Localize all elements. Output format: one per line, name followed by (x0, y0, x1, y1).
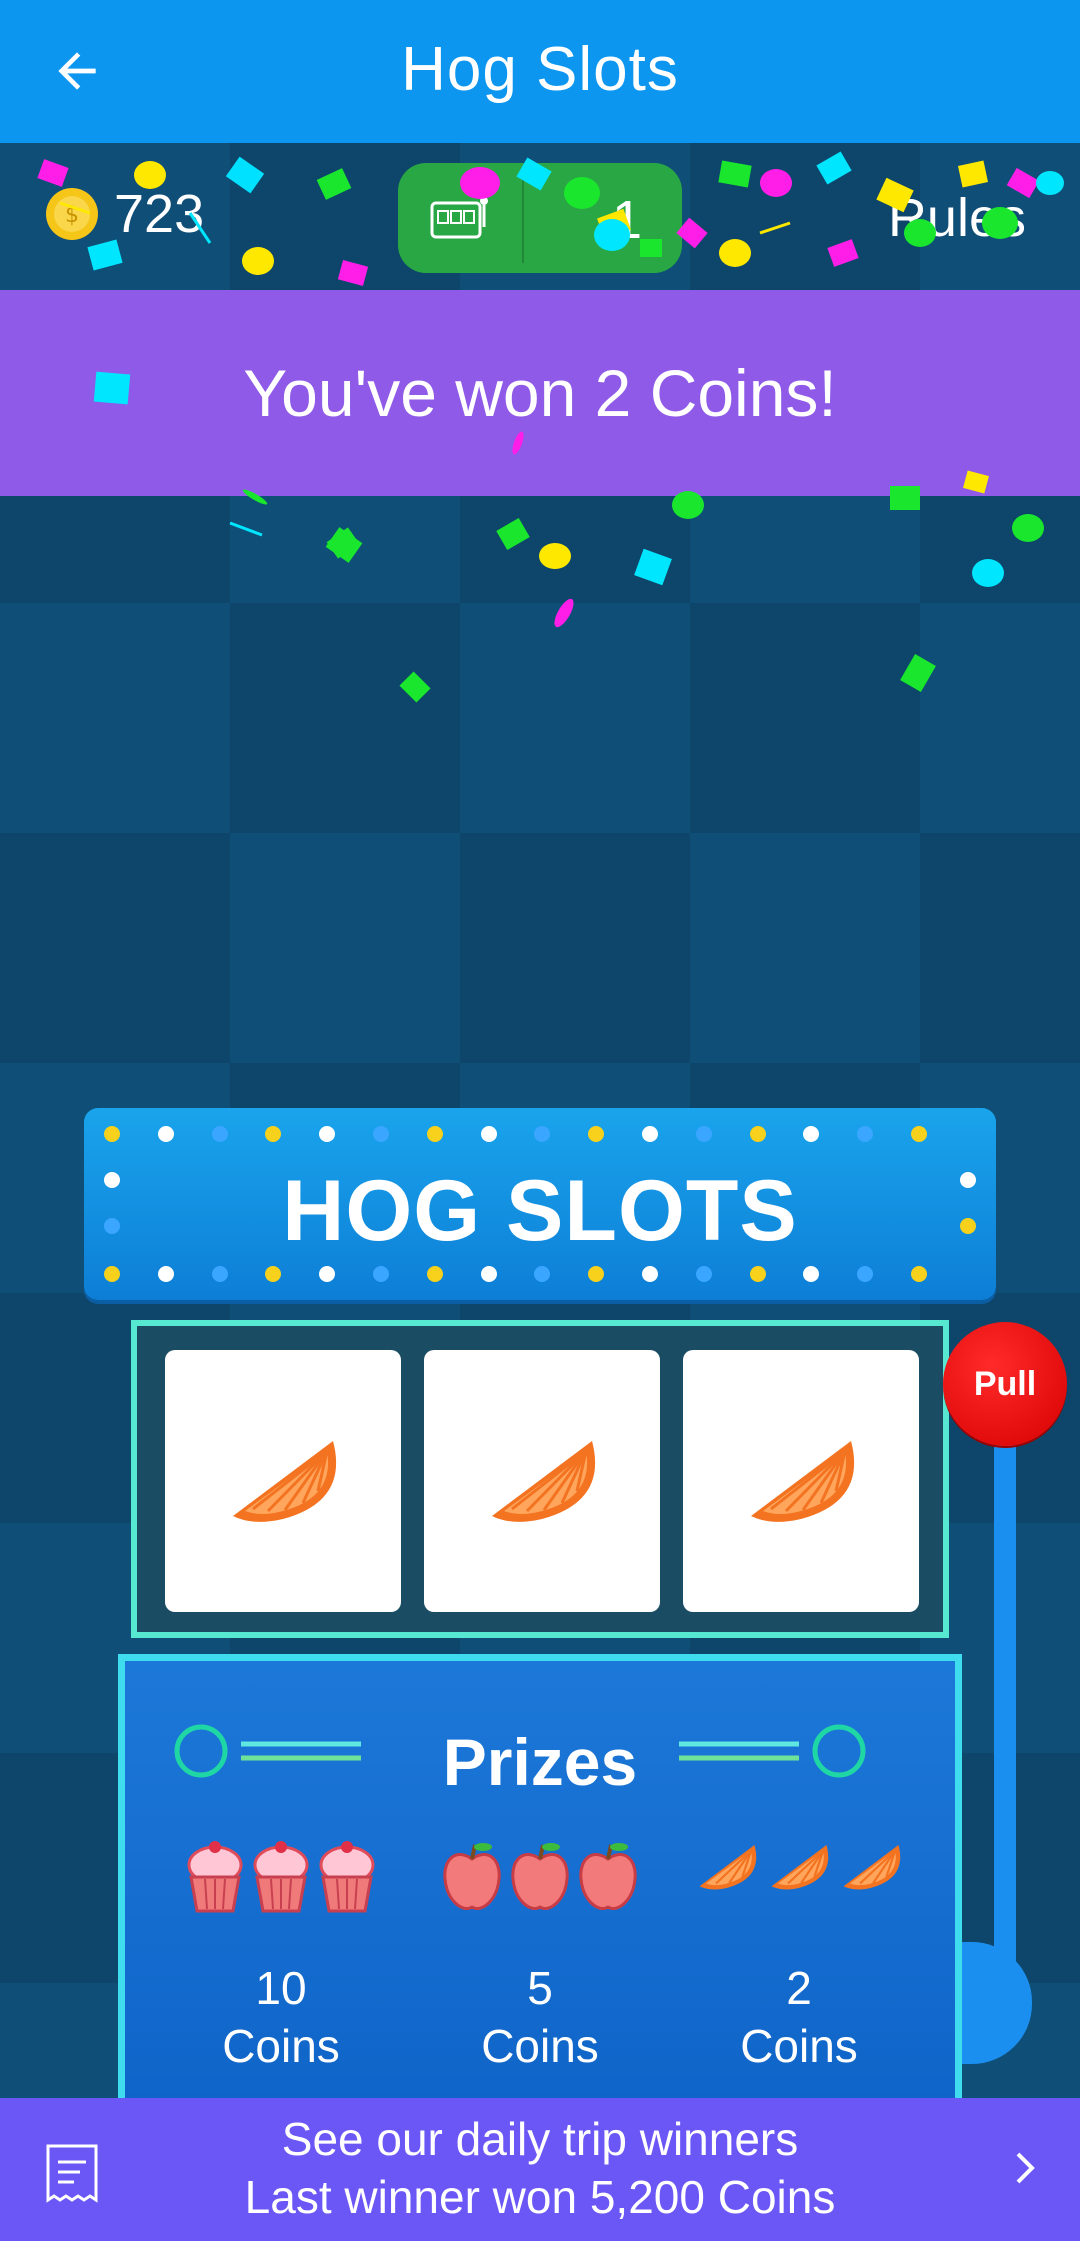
apple-icon (443, 1843, 501, 1910)
reel-3 (683, 1350, 919, 1612)
win-banner: You've won 2 Coins! (0, 290, 1080, 496)
pull-button[interactable]: Pull (943, 1322, 1067, 1446)
marquee-bulb (426, 1266, 443, 1282)
marquee-bulb (534, 1126, 551, 1142)
marquee-bulb (211, 1266, 228, 1282)
marquee-bulb (642, 1126, 658, 1142)
orange-slice-icon (492, 1441, 596, 1522)
marquee-bulb (749, 1266, 766, 1282)
marquee-bulb (857, 1266, 874, 1282)
marquee-bulb (104, 1126, 120, 1142)
marquee-bulb (911, 1266, 927, 1282)
marquee-bulb (588, 1126, 605, 1142)
marquee-bulb (319, 1266, 336, 1282)
slot-machine-icon (430, 197, 488, 239)
marquee-bulb (749, 1126, 766, 1142)
app-bar: Hog Slots (0, 0, 1080, 143)
marquee-bulb (265, 1126, 282, 1142)
marquee-bulb (480, 1266, 497, 1282)
pill-divider (522, 173, 524, 263)
marquee-bulb (534, 1266, 551, 1282)
marquee-bulb (104, 1266, 120, 1282)
cupcake-icon (319, 1841, 375, 1913)
prize-amount: 2 (786, 1962, 812, 2014)
daily-winners-text: See our daily trip winners Last winner w… (140, 2110, 940, 2226)
marquee-bulb (373, 1266, 389, 1282)
receipt-icon (46, 2144, 98, 2203)
stats-bar: $ 723 1 Rules (0, 143, 1080, 290)
orange-slice-icon (233, 1441, 337, 1522)
lever-rod[interactable] (994, 1440, 1016, 2000)
cupcake-icon (253, 1841, 309, 1913)
marquee-bulb (373, 1126, 389, 1142)
marquee-bulb (911, 1126, 927, 1142)
footer-line-1: See our daily trip winners (281, 2113, 799, 2165)
marquee-bulb (265, 1266, 282, 1282)
apple-icon (579, 1843, 637, 1910)
svg-text:$: $ (65, 203, 79, 228)
marquee-bulb (857, 1126, 874, 1142)
coin-count: 723 (114, 184, 205, 244)
marquee-bulb (695, 1266, 712, 1282)
coin-balance: $ 723 (44, 183, 204, 245)
win-message: You've won 2 Coins! (243, 356, 837, 430)
cupcake-icon (187, 1841, 243, 1913)
orange-slice-icon (751, 1441, 855, 1522)
footer-line-2: Last winner won 5,200 Coins (244, 2171, 836, 2223)
marquee-bulb (803, 1126, 820, 1142)
decorative-lines-right (679, 1724, 866, 1778)
prize-header: Prizes (125, 1716, 955, 1806)
ticket-count: 1 (612, 190, 643, 250)
prize-icons (161, 1839, 401, 1923)
reel-2 (424, 1350, 660, 1612)
page-title: Hog Slots (401, 35, 679, 104)
chevron-right-icon (1016, 2152, 1035, 2184)
marquee-bulb (426, 1126, 443, 1142)
prize-amount: 5 (527, 1962, 553, 2014)
marquee-bulb (157, 1266, 174, 1282)
prize-icons (679, 1839, 919, 1923)
coin-icon: $ (46, 188, 98, 240)
prize-unit: Coins (222, 2020, 340, 2072)
slot-marquee: HOG SLOTS (84, 1108, 996, 1300)
apple-icon (511, 1843, 569, 1910)
marquee-bulb (803, 1266, 820, 1282)
orange-slice-icon (771, 1845, 829, 1890)
orange-slice-icon (699, 1845, 757, 1890)
prize-item-apple: 5 Coins (420, 1839, 660, 2075)
reel-1 (165, 1350, 401, 1612)
rules-link[interactable]: Rules (888, 187, 1026, 249)
ticket-counter[interactable]: 1 (398, 163, 682, 273)
reel-frame (131, 1320, 949, 1638)
marquee-bulb (588, 1266, 605, 1282)
prize-icons (420, 1839, 660, 1923)
prize-unit: Coins (481, 2020, 599, 2072)
prize-unit: Coins (740, 2020, 858, 2072)
marquee-bulb (157, 1126, 174, 1142)
machine-title: HOG SLOTS (282, 1163, 798, 1259)
marquee-bulb (319, 1126, 336, 1142)
marquee-bulb (480, 1126, 497, 1142)
marquee-bulb (211, 1126, 228, 1142)
marquee-bulb (642, 1266, 658, 1282)
prize-item-cupcake: 10 Coins (161, 1839, 401, 2075)
daily-winners-banner[interactable]: See our daily trip winners Last winner w… (0, 2098, 1080, 2241)
prize-item-orange: 2 Coins (679, 1839, 919, 2075)
prize-amount: 10 (255, 1962, 307, 2014)
marquee-bulb (695, 1126, 712, 1142)
orange-slice-icon (843, 1845, 901, 1890)
